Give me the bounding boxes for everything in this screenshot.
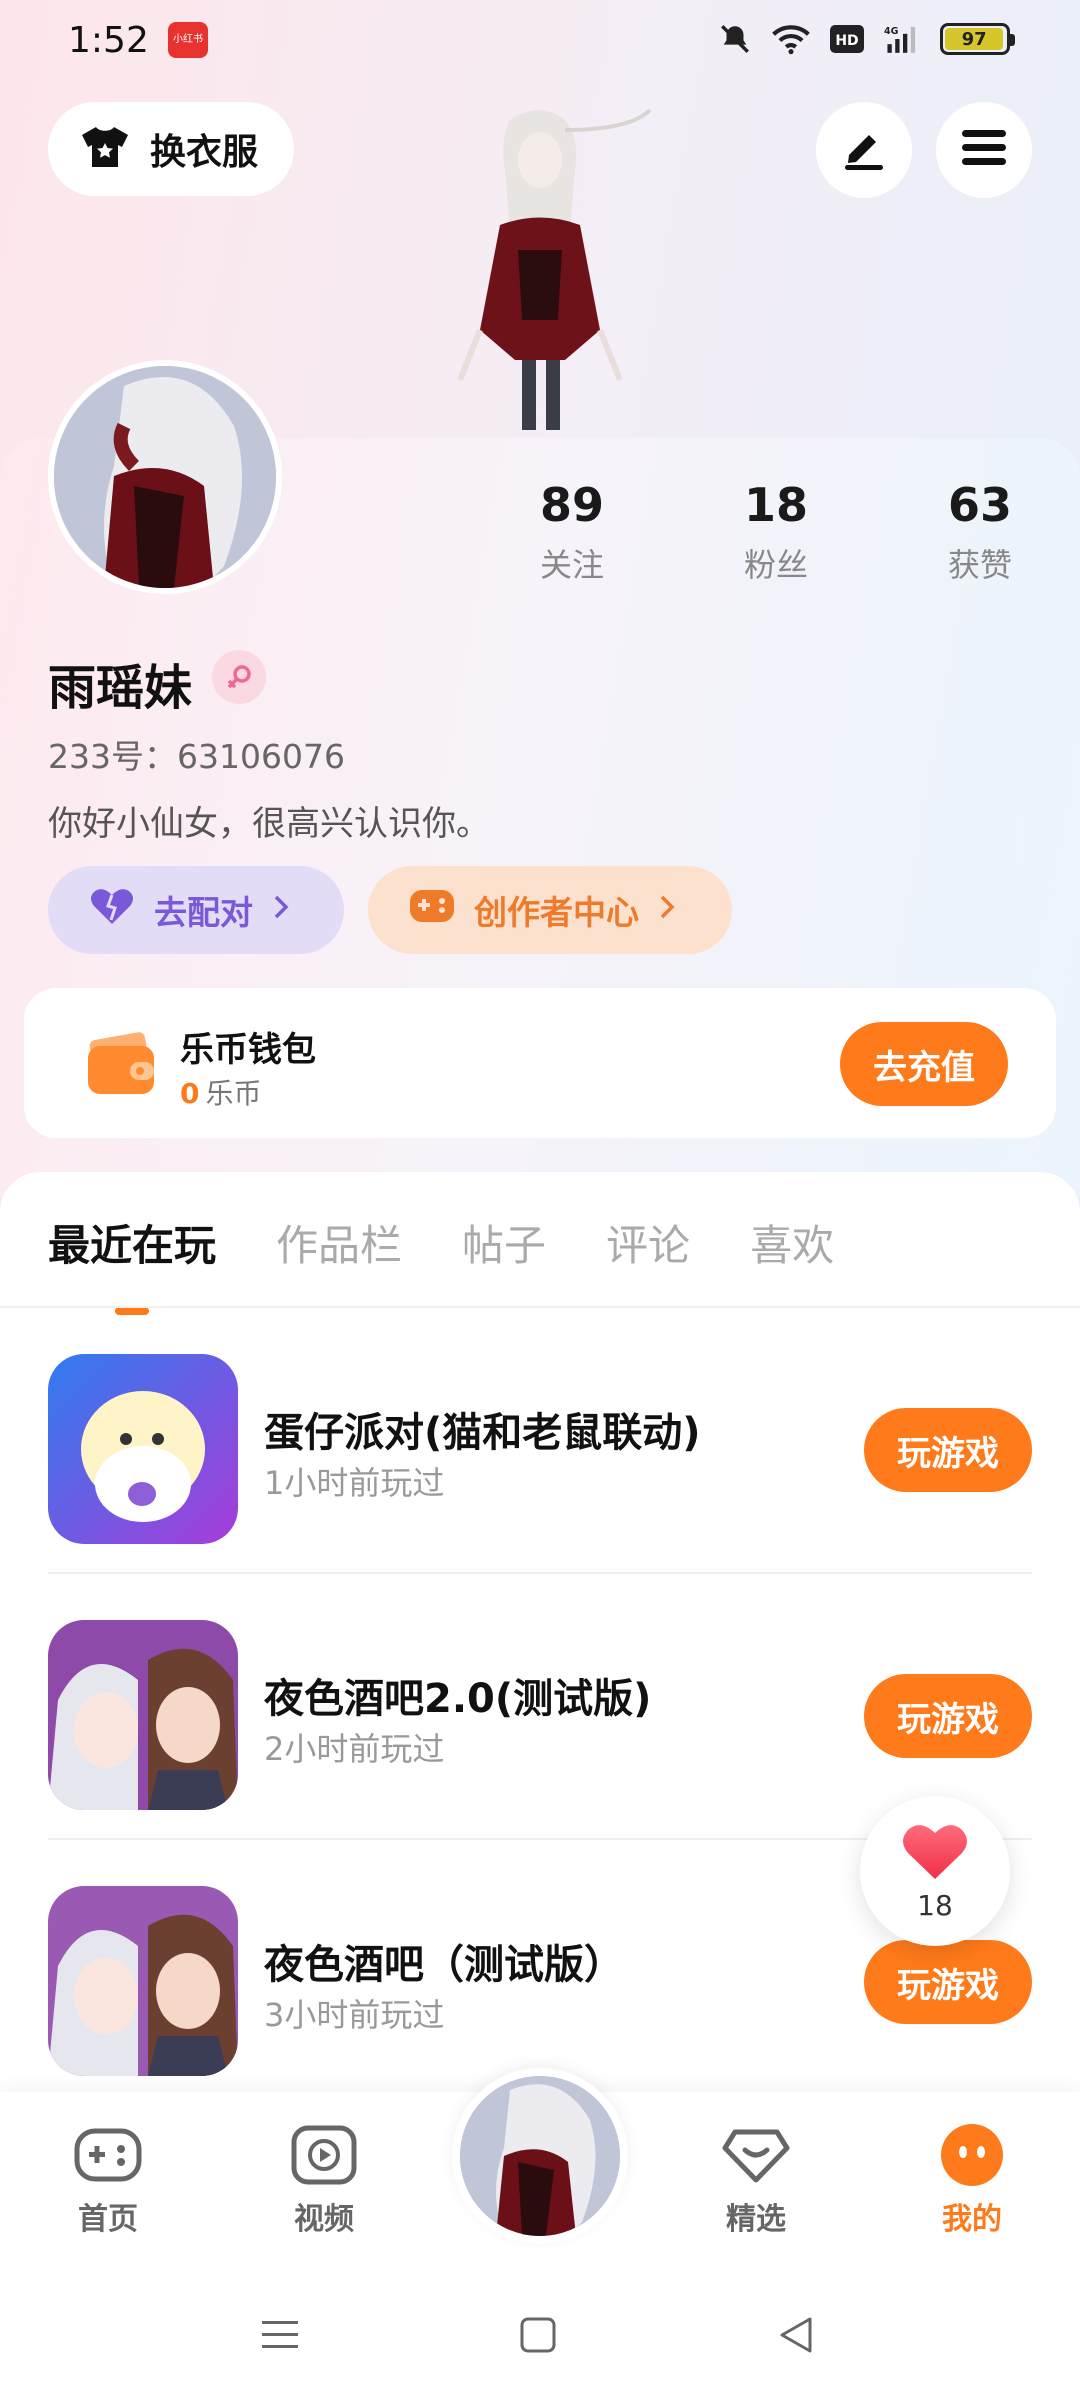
status-icons: HD 4G 97: [716, 20, 1015, 58]
stat-following[interactable]: 89 关注: [470, 478, 674, 586]
square-icon: [519, 2316, 557, 2358]
network-type: 4G: [884, 26, 899, 37]
stat-value: 63: [947, 478, 1012, 532]
play-button[interactable]: 玩游戏: [864, 1408, 1032, 1492]
wallet-unit: 乐币: [205, 1077, 262, 1110]
wallet-card[interactable]: 乐币钱包 0 乐币 去充值: [24, 988, 1056, 1138]
shirt-icon: [78, 123, 132, 175]
menu-lines-icon: [260, 2317, 300, 2357]
game-time: 2小时前玩过: [264, 1730, 445, 1768]
chevron-right-icon: [271, 891, 291, 930]
game-name: 夜色酒吧（测试版）: [264, 1942, 624, 1988]
edit-profile-button[interactable]: [816, 102, 912, 198]
hamburger-icon: [960, 126, 1008, 174]
avatar[interactable]: [48, 360, 282, 594]
nav-avatar[interactable]: [452, 2068, 628, 2244]
nav-featured[interactable]: 精选: [686, 2122, 826, 2238]
nav-home[interactable]: 首页: [38, 2122, 178, 2238]
hd-text: HD: [835, 33, 858, 49]
gamepad-icon: [73, 2122, 143, 2188]
like-count: 18: [917, 1888, 953, 1922]
nav-label: 视频: [294, 2202, 354, 2237]
game-thumbnail[interactable]: [48, 1620, 238, 1810]
tab-recently-played[interactable]: 最近在玩: [48, 1212, 217, 1315]
list-item[interactable]: 夜色酒吧2.0(测试版) 2小时前玩过 玩游戏: [48, 1574, 1032, 1840]
game-name: 蛋仔派对(猫和老鼠联动): [264, 1410, 701, 1456]
wifi-icon: [772, 20, 810, 58]
pen-icon: [839, 123, 889, 177]
stat-followers[interactable]: 18 粉丝: [674, 478, 878, 586]
wallet-amount: 0: [180, 1077, 200, 1110]
tab-posts[interactable]: 帖子: [462, 1212, 546, 1273]
recent-apps-button[interactable]: [250, 2312, 310, 2362]
tab-label: 帖子: [462, 1221, 547, 1270]
stat-label: 关注: [539, 546, 604, 584]
chevron-right-icon: [657, 891, 677, 930]
game-thumbnail[interactable]: [48, 1354, 238, 1544]
battery-icon: 97: [940, 23, 1015, 55]
stat-value: 18: [743, 478, 808, 532]
tab-works[interactable]: 作品栏: [276, 1212, 402, 1273]
battery-level: 97: [945, 28, 1004, 50]
recharge-button[interactable]: 去充值: [840, 1022, 1008, 1106]
stats: 89 关注 18 粉丝 63 获赞: [470, 478, 1080, 586]
creator-center-label: 创作者中心: [474, 893, 639, 932]
stat-label: 获赞: [947, 546, 1012, 584]
user-id: 233号：63106076: [48, 737, 345, 776]
play-button[interactable]: 玩游戏: [864, 1674, 1032, 1758]
home-button[interactable]: [508, 2312, 568, 2362]
floating-like-button[interactable]: 18: [860, 1796, 1010, 1946]
match-button[interactable]: 去配对: [48, 866, 344, 954]
wallet-icon: [86, 1030, 158, 1096]
nav-label: 首页: [78, 2202, 138, 2237]
back-triangle-icon: [776, 2315, 816, 2359]
tab-bar: 最近在玩 作品栏 帖子 评论 喜欢: [48, 1212, 834, 1315]
mute-bell-icon: [716, 20, 754, 58]
status-time: 1:52: [68, 20, 149, 61]
tab-comments[interactable]: 评论: [606, 1212, 690, 1273]
stat-value: 89: [539, 478, 604, 532]
stat-label: 粉丝: [743, 546, 808, 584]
game-name: 夜色酒吧2.0(测试版): [264, 1676, 652, 1722]
play-icon: [289, 2122, 359, 2188]
nav-video[interactable]: 视频: [254, 2122, 394, 2238]
menu-button[interactable]: [936, 102, 1032, 198]
wallet-title: 乐币钱包: [180, 1030, 316, 1070]
heart-box-icon: [721, 2122, 791, 2188]
tab-label: 最近在玩: [48, 1221, 217, 1270]
nav-label: 我的: [942, 2202, 1002, 2237]
list-item[interactable]: 蛋仔派对(猫和老鼠联动) 1小时前玩过 玩游戏: [48, 1308, 1032, 1574]
gamepad-icon: [408, 886, 456, 934]
nav-label: 精选: [726, 2202, 786, 2237]
match-label: 去配对: [154, 893, 253, 932]
hd-icon: HD: [828, 20, 866, 58]
avatar-3d-figure[interactable]: [400, 100, 680, 440]
nav-mine[interactable]: 我的: [902, 2122, 1042, 2238]
app-notification-icon: 小红书: [168, 22, 208, 58]
play-button[interactable]: 玩游戏: [864, 1940, 1032, 2024]
female-icon: [212, 650, 266, 704]
game-time: 1小时前玩过: [264, 1464, 445, 1502]
bottom-nav: 首页 视频 精选 我的: [0, 2068, 1080, 2272]
signal-icon: 4G: [884, 20, 922, 58]
back-button[interactable]: [766, 2312, 826, 2362]
game-thumbnail[interactable]: [48, 1886, 238, 2076]
change-outfit-label: 换衣服: [150, 132, 259, 173]
wallet-balance: 0 乐币: [180, 1072, 262, 1112]
change-outfit-button[interactable]: 换衣服: [48, 102, 294, 196]
nickname: 雨瑶妹: [48, 660, 193, 716]
bio: 你好小仙女，很高兴认识你。: [48, 804, 490, 844]
stat-likes[interactable]: 63 获赞: [878, 478, 1080, 586]
heart-icon: [900, 1821, 970, 1885]
status-bar: 1:52 小红书 HD 4G 97: [0, 0, 1080, 80]
tab-label: 评论: [606, 1221, 691, 1270]
creator-center-button[interactable]: 创作者中心: [368, 866, 732, 954]
tab-likes[interactable]: 喜欢: [750, 1212, 834, 1273]
tab-label: 作品栏: [276, 1221, 403, 1270]
system-nav-bar: [0, 2272, 1080, 2400]
heart-icon: [88, 886, 136, 934]
tab-label: 喜欢: [750, 1221, 835, 1270]
face-icon: [937, 2122, 1007, 2188]
game-time: 3小时前玩过: [264, 1996, 445, 2034]
